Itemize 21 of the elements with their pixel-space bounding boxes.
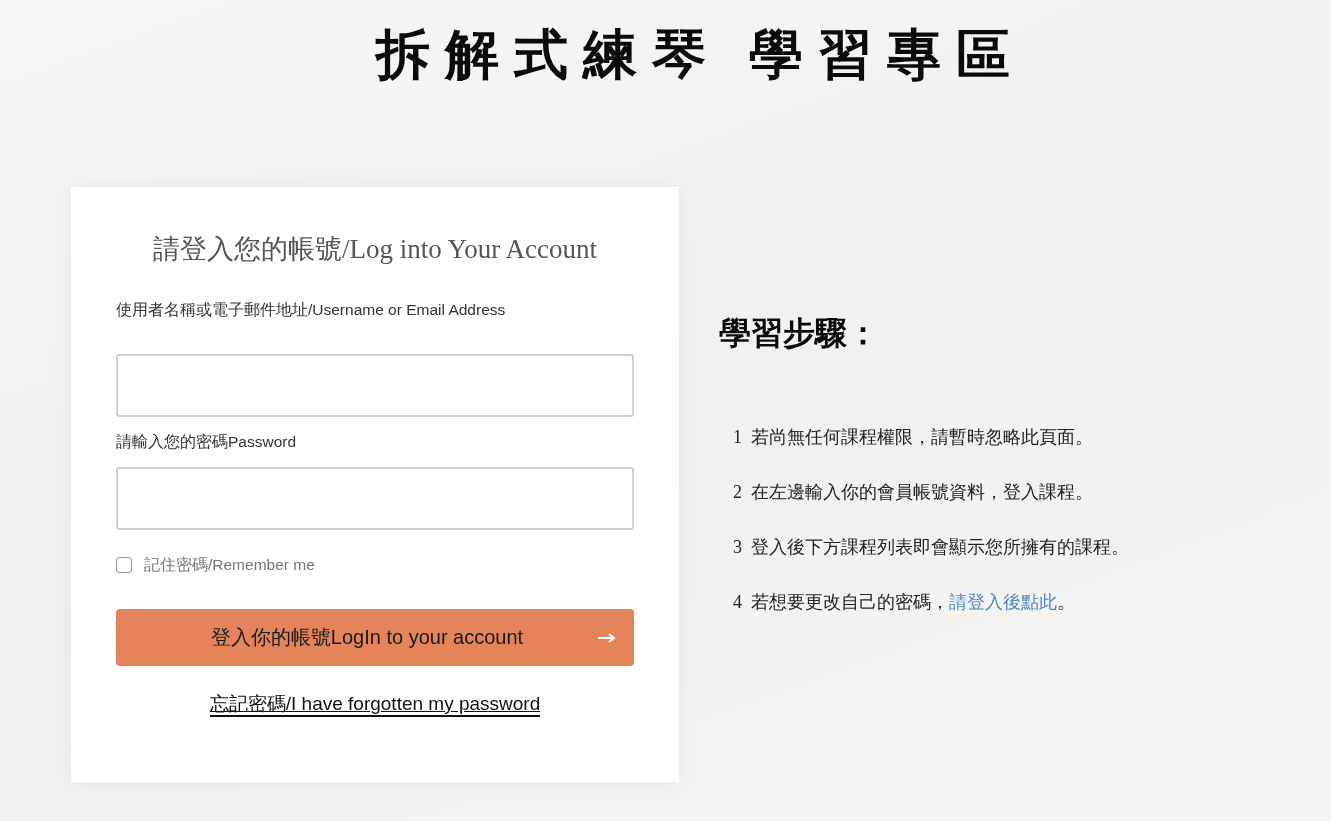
step-text: 若想要更改自己的密碼，請登入後點此。 — [751, 591, 1075, 614]
step-number: 4 — [733, 591, 742, 614]
card-heading: 請登入您的帳號/Log into Your Account — [152, 233, 598, 266]
checkbox-label: 記住密碼/Remember me — [144, 554, 315, 575]
field-label: 使用者名稱或電子郵件地址/Username or Email Address — [116, 300, 506, 320]
step-text: 登入後下方課程列表即會顯示您所擁有的課程。 — [751, 536, 1129, 559]
step-number: 2 — [733, 481, 742, 504]
login-button[interactable]: 登入你的帳號LogIn to your account — [116, 609, 634, 666]
page-title: 拆解式練琴 學習專區 — [375, 24, 1026, 87]
step-link[interactable]: 請登入後點此 — [949, 592, 1057, 612]
steps-heading: 學習步驟： — [719, 314, 880, 353]
step-text: 在左邊輸入你的會員帳號資料，登入課程。 — [751, 481, 1093, 504]
step-number: 3 — [733, 536, 742, 559]
username-field[interactable] — [116, 354, 634, 417]
arrow-right-icon — [598, 632, 616, 643]
field-label: 請輸入您的密碼Password — [116, 432, 297, 452]
remember-checkbox[interactable] — [116, 557, 132, 573]
step-number: 1 — [733, 426, 742, 449]
forgot-password-link[interactable]: 忘記密碼/I have forgotten my password — [209, 693, 541, 717]
password-field[interactable] — [116, 467, 634, 530]
step-text: 若尚無任何課程權限，請暫時忽略此頁面。 — [751, 426, 1093, 449]
